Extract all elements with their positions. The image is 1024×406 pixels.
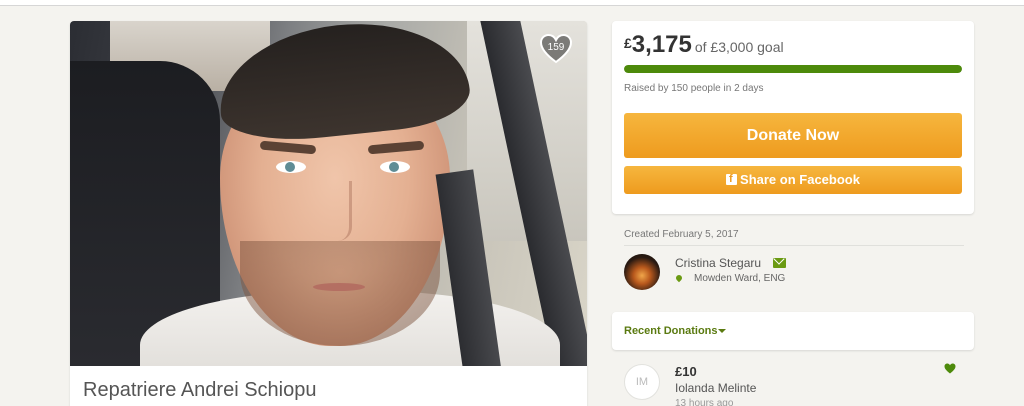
share-label: Share on Facebook — [740, 172, 860, 187]
recent-donations-label: Recent Donations — [624, 325, 718, 337]
organizer-name[interactable]: Cristina Stegaru — [675, 256, 761, 270]
facebook-icon — [726, 173, 738, 186]
progress-fill — [624, 65, 962, 73]
heart-count: 159 — [547, 42, 565, 53]
raised-stats: Raised by 150 people in 2 days — [624, 83, 764, 94]
location-pin-icon — [674, 273, 684, 283]
heart-count-badge[interactable]: 159 — [539, 33, 573, 65]
raised-amount: 3,175 — [631, 31, 692, 58]
amount-raised: £3,175 of £3,000 goal — [624, 31, 784, 59]
campaign-photo[interactable]: 159 — [70, 21, 587, 366]
progress-bar — [624, 65, 962, 73]
donor-avatar: IM — [624, 364, 660, 400]
campaign-title: Repatriere Andrei Schiopu — [83, 379, 317, 401]
heart-icon[interactable] — [944, 363, 956, 374]
campaign-card: 159 Repatriere Andrei Schiopu — [70, 21, 587, 406]
goal-text: of £3,000 goal — [694, 39, 784, 55]
caret-down-icon — [718, 329, 726, 333]
top-bar — [0, 0, 1024, 6]
created-date: Created February 5, 2017 — [624, 229, 739, 240]
share-facebook-button[interactable]: Share on Facebook — [624, 166, 962, 194]
donation-time: 13 hours ago — [675, 398, 734, 406]
recent-donations-toggle[interactable]: Recent Donations — [612, 312, 974, 350]
donation-amount: £10 — [675, 364, 697, 379]
donate-panel: £3,175 of £3,000 goal Raised by 150 peopl… — [612, 21, 974, 214]
donor-name: Iolanda Melinte — [675, 381, 757, 395]
organizer-location: Mowden Ward, ENG — [694, 273, 786, 284]
currency-symbol: £ — [624, 35, 632, 51]
organizer-avatar[interactable] — [624, 254, 660, 290]
envelope-icon[interactable] — [773, 258, 786, 268]
donate-now-button[interactable]: Donate Now — [624, 113, 962, 158]
divider — [624, 245, 964, 246]
